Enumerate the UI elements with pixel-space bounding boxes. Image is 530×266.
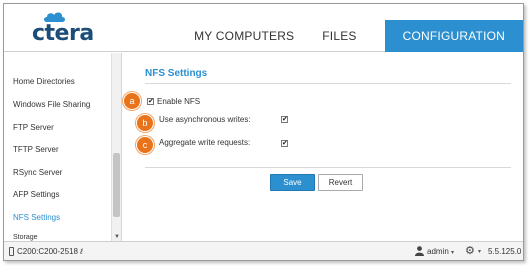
sidebar-item-home-directories[interactable]: Home Directories [13,77,75,86]
sidebar-scrollbar[interactable]: ▼ [111,53,121,241]
scroll-thumb[interactable] [113,153,120,217]
device-suffix: ℓ [80,247,83,256]
sidebar-item-windows-file-sharing[interactable]: Windows File Sharing [13,100,90,109]
save-button[interactable]: Save [270,174,315,191]
sidebar-item-afp-settings[interactable]: AFP Settings [13,190,60,199]
annotation-badge-b: b [136,114,154,132]
tab-configuration[interactable]: CONFIGURATION [384,20,523,52]
gear-caret-icon[interactable]: ▾ [478,248,481,255]
username: admin [427,247,449,256]
gear-icon[interactable]: ⚙ [465,245,475,257]
enable-nfs-checkbox[interactable]: ✔ [147,98,154,105]
aggregate-writes-label: Aggregate write requests: [159,138,251,147]
enable-nfs-label: Enable NFS [157,97,201,106]
form-divider [145,167,511,168]
tab-my-computers[interactable]: MY COMPUTERS [180,20,308,52]
logo-text: ctera [32,21,94,46]
sidebar-item-tftp-server[interactable]: TFTP Server [13,145,59,154]
async-writes-label: Use asynchronous writes: [159,115,251,124]
aggregate-writes-checkbox[interactable]: ✔ [281,140,288,147]
ctera-logo: ctera [32,10,102,46]
device-name: C200:C200-2518 ℓ [17,247,83,256]
sidebar: Home Directories Windows File Sharing FT… [4,53,122,241]
app-window: ctera MY COMPUTERS FILES CONFIGURATION H… [3,3,524,261]
scroll-down-arrow-icon[interactable]: ▼ [113,234,121,240]
annotation-badge-c: c [136,136,154,154]
status-bar: C200:C200-2518 ℓ admin ▾ ⚙ ▾ 5.5.125.0 [4,241,523,260]
async-writes-checkbox[interactable]: ✔ [281,116,288,123]
sidebar-item-rsync-server[interactable]: RSync Server [13,168,62,177]
main-panel: NFS Settings a ✔ Enable NFS b Use asynch… [123,53,523,241]
title-divider [145,83,511,84]
device-id: C200:C200-2518 [17,247,78,256]
top-nav: MY COMPUTERS FILES CONFIGURATION [180,20,523,52]
tab-files[interactable]: FILES [308,20,384,52]
header: ctera MY COMPUTERS FILES CONFIGURATION [4,4,523,52]
page-title: NFS Settings [145,68,208,79]
annotation-badge-a: a [123,92,141,110]
user-menu-caret-icon: ▾ [451,250,455,256]
sidebar-item-ftp-server[interactable]: FTP Server [13,123,54,132]
revert-button[interactable]: Revert [318,174,363,191]
user-icon[interactable] [415,246,424,256]
sidebar-item-storage[interactable]: Storage [13,234,38,241]
device-icon [9,247,14,256]
user-menu[interactable]: admin ▾ [427,247,454,256]
version-text: 5.5.125.0 [488,247,522,256]
sidebar-item-nfs-settings[interactable]: NFS Settings [13,213,60,222]
